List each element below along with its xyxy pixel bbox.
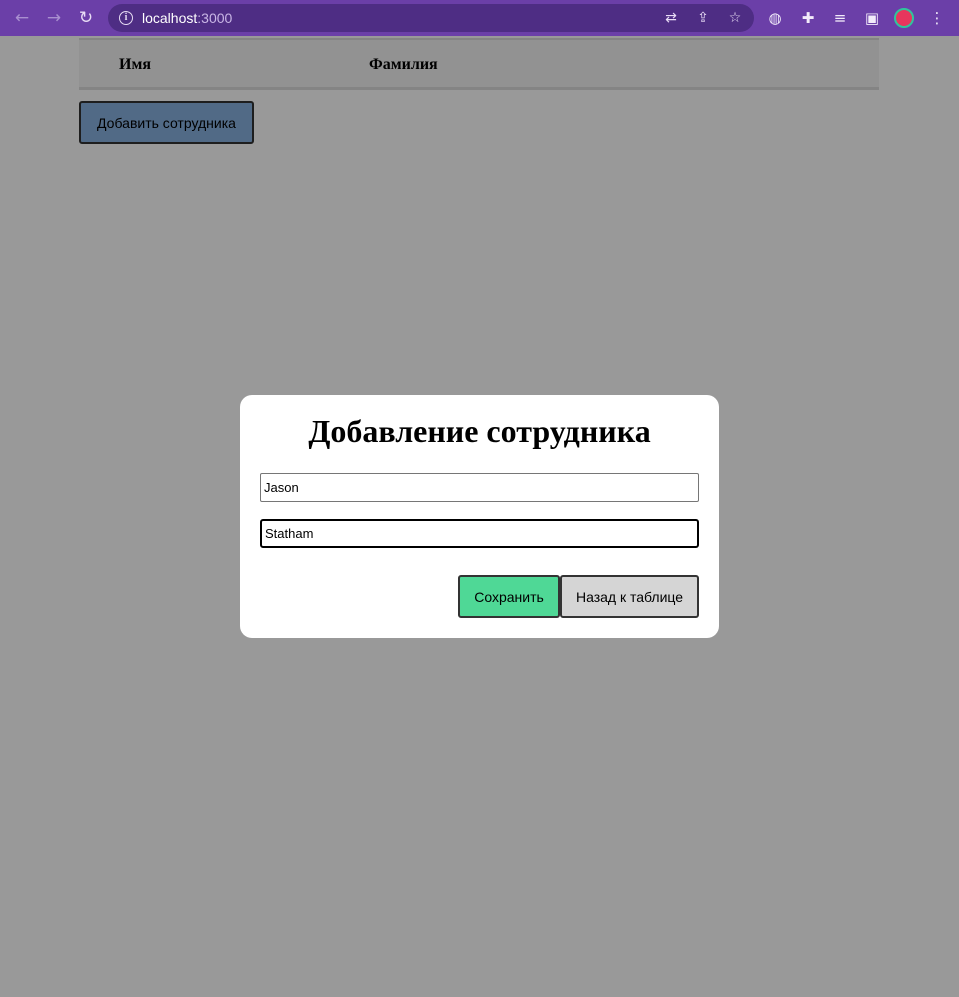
back-to-table-button[interactable]: Назад к таблице [560, 575, 699, 618]
profile-avatar[interactable] [894, 8, 914, 28]
translate-icon[interactable]: ⇄ [661, 8, 681, 28]
address-bar[interactable]: i localhost:3000 ⇄ ⇪ ☆ [108, 4, 754, 32]
media-queue-icon[interactable]: ≡ [829, 7, 851, 29]
back-icon[interactable]: ← [10, 6, 34, 30]
save-button[interactable]: Сохранить [458, 575, 560, 618]
dialog-title: Добавление сотрудника [308, 413, 651, 449]
url-text: localhost:3000 [142, 10, 233, 26]
share-icon[interactable]: ⇪ [693, 8, 713, 28]
bookmark-star-icon[interactable]: ☆ [725, 8, 745, 28]
forward-icon[interactable]: → [42, 6, 66, 30]
last-name-input[interactable] [260, 519, 699, 548]
side-panel-icon[interactable]: ▣ [861, 7, 883, 29]
extensions-puzzle-icon[interactable]: ✚ [797, 7, 819, 29]
first-name-input[interactable] [260, 473, 699, 502]
reload-icon[interactable]: ↻ [74, 6, 98, 30]
browser-toolbar: ← → ↻ i localhost:3000 ⇄ ⇪ ☆ ◍ ✚ ≡ ▣ ⋮ [0, 0, 959, 36]
add-employee-dialog: Добавление сотрудника Сохранить Назад к … [240, 395, 719, 638]
site-info-icon[interactable]: i [119, 11, 133, 25]
globe-extension-icon[interactable]: ◍ [764, 7, 786, 29]
menu-kebab-icon[interactable]: ⋮ [926, 7, 948, 29]
